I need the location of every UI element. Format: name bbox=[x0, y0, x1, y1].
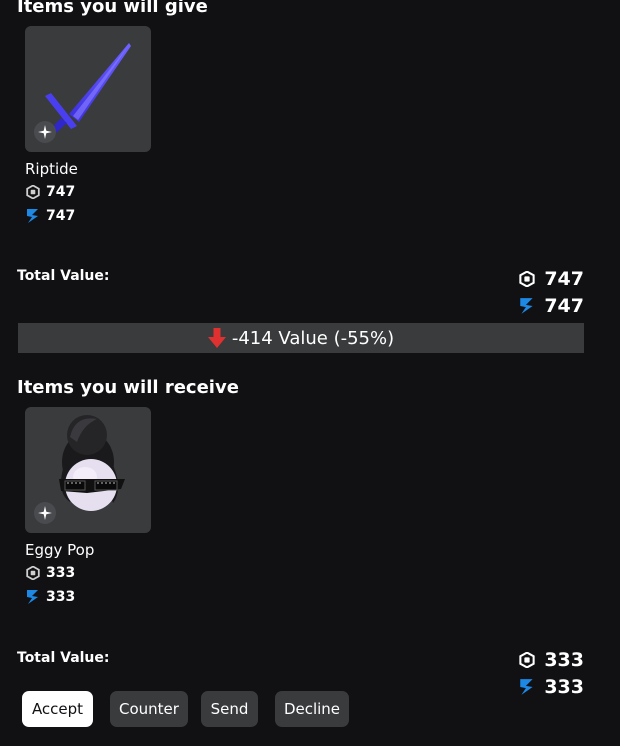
decline-button[interactable]: Decline bbox=[275, 691, 349, 727]
value-difference-bar: -414 Value (-55%) bbox=[18, 323, 584, 353]
value-lightning-icon bbox=[520, 679, 533, 695]
limited-badge-icon bbox=[34, 121, 56, 143]
down-arrow-icon bbox=[207, 328, 226, 348]
send-button[interactable]: Send bbox=[201, 691, 258, 727]
give-total-value: 747 bbox=[519, 295, 584, 317]
item-value-value: 747 bbox=[46, 208, 76, 224]
receive-total-value: 333 bbox=[519, 676, 584, 698]
limited-badge-icon bbox=[34, 502, 56, 524]
item-robux-value: 333 bbox=[46, 565, 76, 581]
receive-total-label: Total Value: bbox=[17, 650, 110, 666]
robux-icon bbox=[519, 652, 535, 668]
item-card-eggy-pop[interactable] bbox=[25, 407, 151, 533]
item-value-row: 333 bbox=[26, 589, 75, 605]
item-value-row: 747 bbox=[26, 208, 75, 224]
item-robux-row: 747 bbox=[26, 184, 75, 200]
give-section-title: Items you will give bbox=[17, 0, 208, 17]
give-total-label: Total Value: bbox=[17, 268, 110, 284]
value-lightning-icon bbox=[27, 590, 38, 604]
give-total-robux-value: 747 bbox=[544, 268, 584, 290]
give-total-value-value: 747 bbox=[544, 295, 584, 317]
accept-button[interactable]: Accept bbox=[22, 691, 93, 727]
robux-icon bbox=[26, 566, 40, 580]
item-value-value: 333 bbox=[46, 589, 76, 605]
receive-total-value-value: 333 bbox=[544, 676, 584, 698]
item-name[interactable]: Riptide bbox=[25, 160, 78, 178]
receive-total-robux: 333 bbox=[519, 649, 584, 671]
item-name[interactable]: Eggy Pop bbox=[25, 541, 94, 559]
robux-icon bbox=[519, 271, 535, 287]
counter-button[interactable]: Counter bbox=[110, 691, 188, 727]
item-card-riptide[interactable] bbox=[25, 26, 151, 152]
item-robux-row: 333 bbox=[26, 565, 75, 581]
value-lightning-icon bbox=[27, 209, 38, 223]
value-difference-text: -414 Value (-55%) bbox=[231, 327, 395, 349]
receive-total-robux-value: 333 bbox=[544, 649, 584, 671]
item-robux-value: 747 bbox=[46, 184, 76, 200]
value-lightning-icon bbox=[520, 298, 533, 314]
give-total-robux: 747 bbox=[519, 268, 584, 290]
robux-icon bbox=[26, 185, 40, 199]
receive-section-title: Items you will receive bbox=[17, 377, 239, 398]
